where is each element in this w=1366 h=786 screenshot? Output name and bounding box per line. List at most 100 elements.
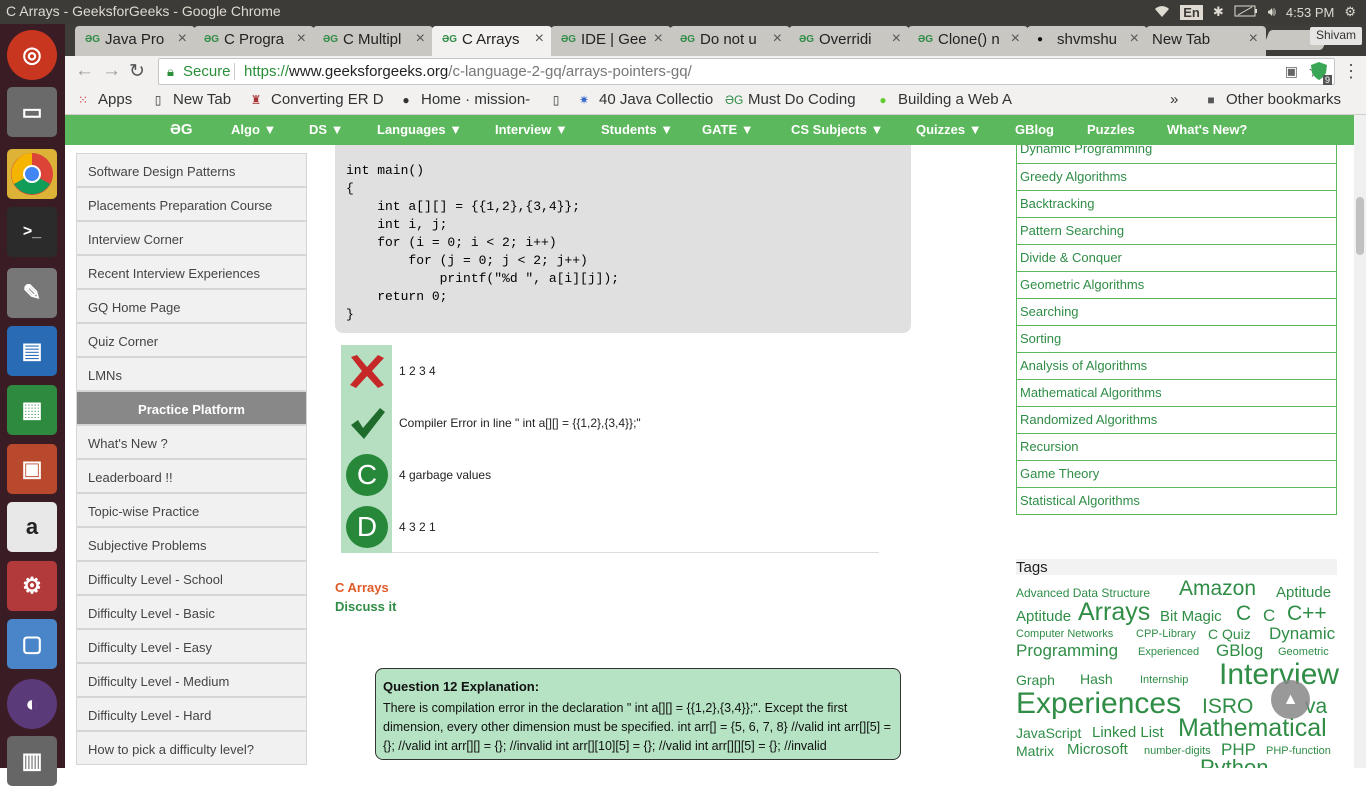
blocked-popup-icon[interactable]: ▣ xyxy=(1285,63,1298,80)
menu-item[interactable]: LMNs xyxy=(76,357,307,391)
nav-whats-new[interactable]: What's New? xyxy=(1167,122,1247,137)
menu-item[interactable]: What's New ? xyxy=(76,425,307,459)
tag-link[interactable]: Programming xyxy=(1016,641,1118,661)
calc-icon[interactable]: ▦ xyxy=(7,385,57,435)
tag-link[interactable]: Geometric xyxy=(1278,646,1329,658)
bookmark-github-mission[interactable]: ● Home · mission- xyxy=(398,91,536,108)
tag-link[interactable]: PHP-function xyxy=(1266,745,1331,757)
tag-link[interactable]: Python xyxy=(1200,755,1269,768)
right-list-item[interactable]: Geometric Algorithms xyxy=(1016,272,1337,299)
scrollbar-thumb[interactable] xyxy=(1356,197,1364,255)
tag-link[interactable]: Mathematical xyxy=(1178,714,1327,743)
tab-7[interactable]: ƏG Clone() n × xyxy=(908,26,1028,56)
tab-6[interactable]: ƏG Overridi × xyxy=(789,26,909,56)
right-list-item[interactable]: Statistical Algorithms xyxy=(1016,488,1337,515)
tag-link[interactable]: Dynamic xyxy=(1269,624,1335,644)
menu-item[interactable]: Interview Corner xyxy=(76,221,307,255)
other-bookmarks[interactable]: ■ Other bookmarks xyxy=(1203,91,1341,108)
close-tab-icon[interactable]: × xyxy=(773,30,782,48)
bookmarks-overflow-chevron-icon[interactable]: » xyxy=(1170,91,1178,108)
gfg-logo[interactable]: ƏG xyxy=(170,121,193,138)
tag-link[interactable]: JavaScript xyxy=(1016,725,1081,741)
address-bar[interactable]: 🔒︎ Secure https://www.geeksforgeeks.org/… xyxy=(158,58,1335,85)
right-list-item[interactable]: Backtracking xyxy=(1016,191,1337,218)
nav-ds[interactable]: DS ▼ xyxy=(309,122,344,137)
tab-5[interactable]: ƏG Do not u × xyxy=(670,26,790,56)
right-list-item[interactable]: Sorting xyxy=(1016,326,1337,353)
tag-link[interactable]: Experiences xyxy=(1016,687,1181,721)
nav-languages[interactable]: Languages ▼ xyxy=(377,122,462,137)
right-list-item[interactable]: Game Theory xyxy=(1016,461,1337,488)
question-tag-link[interactable]: C Arrays xyxy=(335,580,389,595)
menu-item[interactable]: Recent Interview Experiences xyxy=(76,255,307,289)
close-tab-icon[interactable]: × xyxy=(297,30,306,48)
chrome-icon[interactable] xyxy=(7,149,57,199)
menu-item[interactable]: Subjective Problems xyxy=(76,527,307,561)
option-c[interactable]: C 4 garbage values xyxy=(341,449,879,501)
reload-icon[interactable]: ↻ xyxy=(129,60,145,83)
menu-item[interactable]: Leaderboard !! xyxy=(76,459,307,493)
option-d[interactable]: D 4 3 2 1 xyxy=(341,501,879,553)
right-list-item[interactable]: Pattern Searching xyxy=(1016,218,1337,245)
close-tab-icon[interactable]: × xyxy=(1130,30,1139,48)
clock[interactable]: 4:53 PM xyxy=(1286,5,1334,20)
ubuntu-dash-icon[interactable]: ◎ xyxy=(7,30,57,80)
close-tab-icon[interactable]: × xyxy=(178,30,187,48)
forward-arrow-icon[interactable]: → xyxy=(102,60,121,82)
settings-icon[interactable]: ⚙ xyxy=(7,561,57,611)
tag-link[interactable]: Graph xyxy=(1016,672,1055,688)
right-list-item[interactable]: Analysis of Algorithms xyxy=(1016,353,1337,380)
profile-button[interactable]: Shivam xyxy=(1309,27,1362,45)
close-tab-icon[interactable]: × xyxy=(654,30,663,48)
right-list-item[interactable]: Searching xyxy=(1016,299,1337,326)
tag-link[interactable]: C xyxy=(1236,602,1251,626)
menu-item[interactable]: Quiz Corner xyxy=(76,323,307,357)
nav-puzzles[interactable]: Puzzles xyxy=(1087,122,1135,137)
tag-link[interactable]: Experienced xyxy=(1138,646,1199,658)
close-tab-icon[interactable]: × xyxy=(1011,30,1020,48)
right-list-item[interactable]: Dynamic Programming xyxy=(1016,145,1337,164)
files-icon[interactable]: ▭ xyxy=(7,87,57,137)
menu-item[interactable]: Difficulty Level - Basic xyxy=(76,595,307,629)
impress-icon[interactable]: ▣ xyxy=(7,444,57,494)
tag-link[interactable]: Arrays xyxy=(1078,598,1150,627)
tab-8[interactable]: ● shvmshu × xyxy=(1027,26,1147,56)
tag-link[interactable]: Linked List xyxy=(1092,724,1164,741)
right-list-item[interactable]: Recursion xyxy=(1016,434,1337,461)
tag-link[interactable]: CPP-Library xyxy=(1136,628,1196,640)
scroll-to-top-button[interactable]: ▲ xyxy=(1271,680,1310,719)
tag-link[interactable]: Microsoft xyxy=(1067,741,1128,758)
tag-link[interactable]: C Quiz xyxy=(1208,626,1251,642)
tab-1[interactable]: ƏG C Progra × xyxy=(194,26,314,56)
nav-algo[interactable]: Algo ▼ xyxy=(231,122,276,137)
terminal-icon[interactable]: >_ xyxy=(7,207,57,257)
eclipse-icon[interactable]: ◐ xyxy=(7,679,57,729)
menu-item[interactable]: Placements Preparation Course xyxy=(76,187,307,221)
bluetooth-icon[interactable]: ✱ xyxy=(1213,4,1224,20)
wifi-icon[interactable] xyxy=(1154,4,1170,21)
tab-0[interactable]: ƏG Java Pro × xyxy=(75,26,195,56)
keyboard-layout-indicator[interactable]: En xyxy=(1180,4,1203,20)
tag-link[interactable]: Aptitude xyxy=(1016,608,1071,625)
chrome-menu-icon[interactable]: ⋮ xyxy=(1341,61,1361,81)
bookmark-must-do-coding[interactable]: ƏG Must Do Coding xyxy=(725,91,865,108)
option-b[interactable]: Compiler Error in line " int a[][] = {{1… xyxy=(341,397,879,449)
tab-4[interactable]: ƏG IDE | Gee × xyxy=(551,26,671,56)
option-a[interactable]: 1 2 3 4 xyxy=(341,345,879,397)
menu-item[interactable]: Difficulty Level - Easy xyxy=(76,629,307,663)
tag-link[interactable]: Internship xyxy=(1140,674,1188,686)
bookmark-building-web[interactable]: ● Building a Web A xyxy=(875,91,1015,108)
bookmark-java-collections[interactable]: ✷ 40 Java Collectio xyxy=(576,91,716,108)
right-list-item[interactable]: Divide & Conquer xyxy=(1016,245,1337,272)
tag-link[interactable]: C++ xyxy=(1287,602,1327,626)
nav-students[interactable]: Students ▼ xyxy=(601,122,673,137)
virtualbox-icon[interactable]: ▢ xyxy=(7,619,57,669)
tag-link[interactable]: C xyxy=(1263,606,1275,626)
volume-icon[interactable]: 🔊︎ xyxy=(1268,4,1276,20)
power-gear-icon[interactable]: ⚙ xyxy=(1344,4,1356,20)
menu-item[interactable]: Difficulty Level - Hard xyxy=(76,697,307,731)
nav-quizzes[interactable]: Quizzes ▼ xyxy=(916,122,982,137)
back-arrow-icon[interactable]: ← xyxy=(75,60,94,82)
menu-item[interactable]: Software Design Patterns xyxy=(76,153,307,187)
bookmark-new-tab[interactable]: ▯ New Tab xyxy=(150,91,231,108)
